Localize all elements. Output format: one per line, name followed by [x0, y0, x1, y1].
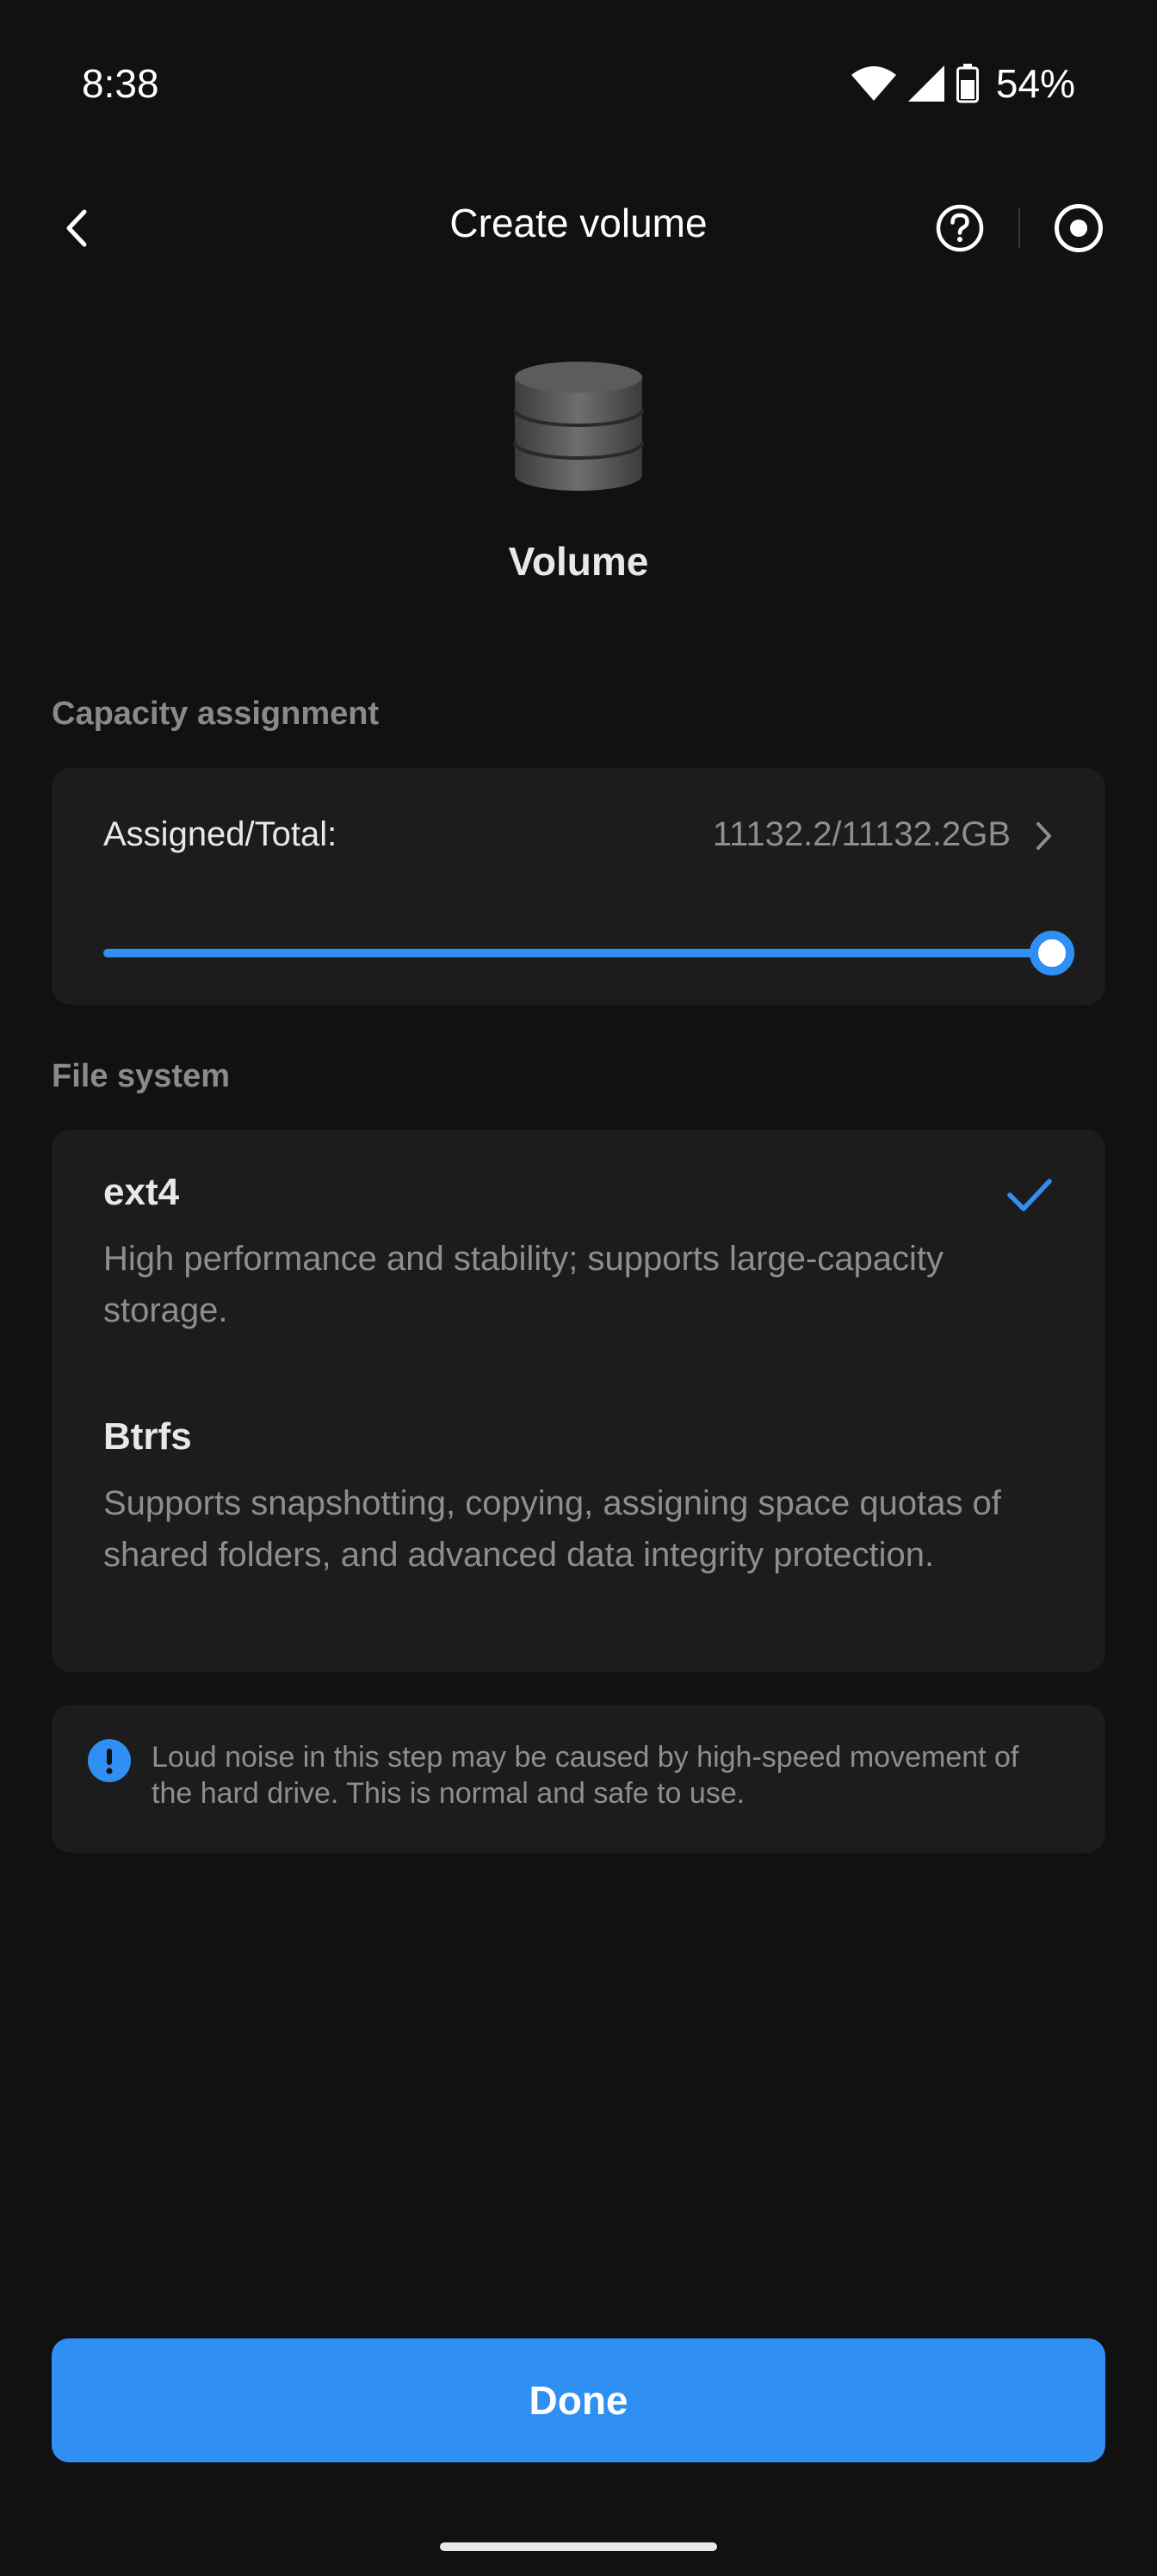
capacity-slider-fill	[103, 949, 1052, 957]
help-circle-icon	[936, 204, 984, 252]
fs-option-description: Supports snapshotting, copying, assignin…	[103, 1484, 1001, 1574]
notice-card: Loud noise in this step may be caused by…	[52, 1705, 1105, 1853]
database-icon	[513, 362, 644, 491]
record-button[interactable]	[1049, 198, 1109, 258]
home-indicator[interactable]	[440, 2542, 717, 2551]
info-icon	[88, 1739, 131, 1782]
chevron-right-icon[interactable]	[1026, 814, 1061, 858]
status-icons: 54%	[851, 60, 1075, 107]
hero-label: Volume	[508, 539, 649, 584]
capacity-value[interactable]: 11132.2/11132.2GB	[713, 815, 1011, 854]
capacity-slider-thumb[interactable]	[1030, 931, 1074, 975]
capacity-card: Assigned/Total: 11132.2/11132.2GB	[52, 768, 1105, 1005]
signal-icon	[907, 65, 944, 102]
fs-option-name: ext4	[103, 1171, 180, 1213]
battery-percent: 54%	[995, 61, 1075, 106]
app-header: Create volume	[0, 172, 1157, 284]
capacity-section-label: Capacity assignment	[52, 696, 380, 732]
capacity-slider[interactable]	[103, 931, 1074, 975]
checkmark-icon	[1007, 1179, 1052, 1211]
status-bar: 8:38 54%	[0, 0, 1157, 172]
file-system-section-label: File system	[52, 1058, 230, 1094]
header-divider	[1018, 208, 1020, 248]
fs-option-ext4[interactable]: ext4 High performance and stability; sup…	[103, 1171, 1054, 1336]
file-system-card: ext4 High performance and stability; sup…	[52, 1130, 1105, 1672]
status-time: 8:38	[82, 61, 159, 106]
fs-option-description: High performance and stability; supports…	[103, 1240, 944, 1329]
record-icon	[1055, 204, 1103, 252]
notice-text: Loud noise in this step may be caused by…	[152, 1741, 1019, 1810]
battery-icon	[956, 64, 979, 103]
done-button[interactable]: Done	[52, 2338, 1105, 2462]
fs-option-btrfs[interactable]: Btrfs Supports snapshotting, copying, as…	[103, 1415, 1054, 1581]
help-button[interactable]	[930, 198, 990, 258]
fs-option-name: Btrfs	[103, 1415, 192, 1458]
wifi-icon	[851, 66, 896, 101]
capacity-label: Assigned/Total:	[103, 815, 337, 853]
